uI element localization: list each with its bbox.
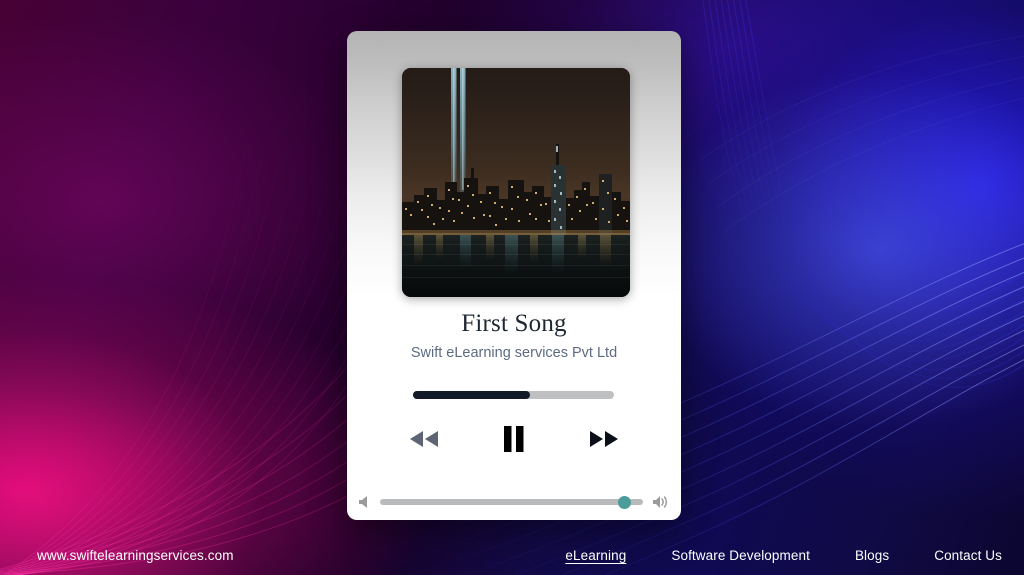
fast-forward-button[interactable] [588,429,620,449]
rewind-icon [410,431,438,447]
song-artist: Swift eLearning services Pvt Ltd [410,345,618,361]
volume-slider[interactable] [380,495,643,509]
progress-fill [413,391,530,399]
footer-nav: eLearning Software Development Blogs Con… [565,548,1002,563]
playback-controls [347,421,681,457]
nav-link-elearning[interactable]: eLearning [565,548,626,563]
nav-link-blogs[interactable]: Blogs [855,548,889,563]
nav-link-contact-us[interactable]: Contact Us [934,548,1002,563]
site-url: www.swiftelearningservices.com [37,547,234,563]
music-player-card: First Song Swift eLearning services Pvt … [347,31,681,520]
pause-icon [504,426,524,452]
footer: www.swiftelearningservices.com eLearning… [0,535,1024,575]
pause-button[interactable] [502,426,526,452]
speaker-high-icon[interactable] [652,494,670,510]
progress-slider[interactable] [413,391,614,399]
rewind-button[interactable] [408,429,440,449]
volume-thumb[interactable] [618,495,632,509]
song-title: First Song [461,310,567,337]
fast-forward-icon [590,431,618,447]
volume-control [358,491,670,513]
speaker-mute-icon[interactable] [358,495,371,509]
album-art [402,68,630,297]
city-skyline-night-photo-icon [402,68,630,297]
nav-link-software-development[interactable]: Software Development [671,548,810,563]
volume-track [380,499,643,505]
